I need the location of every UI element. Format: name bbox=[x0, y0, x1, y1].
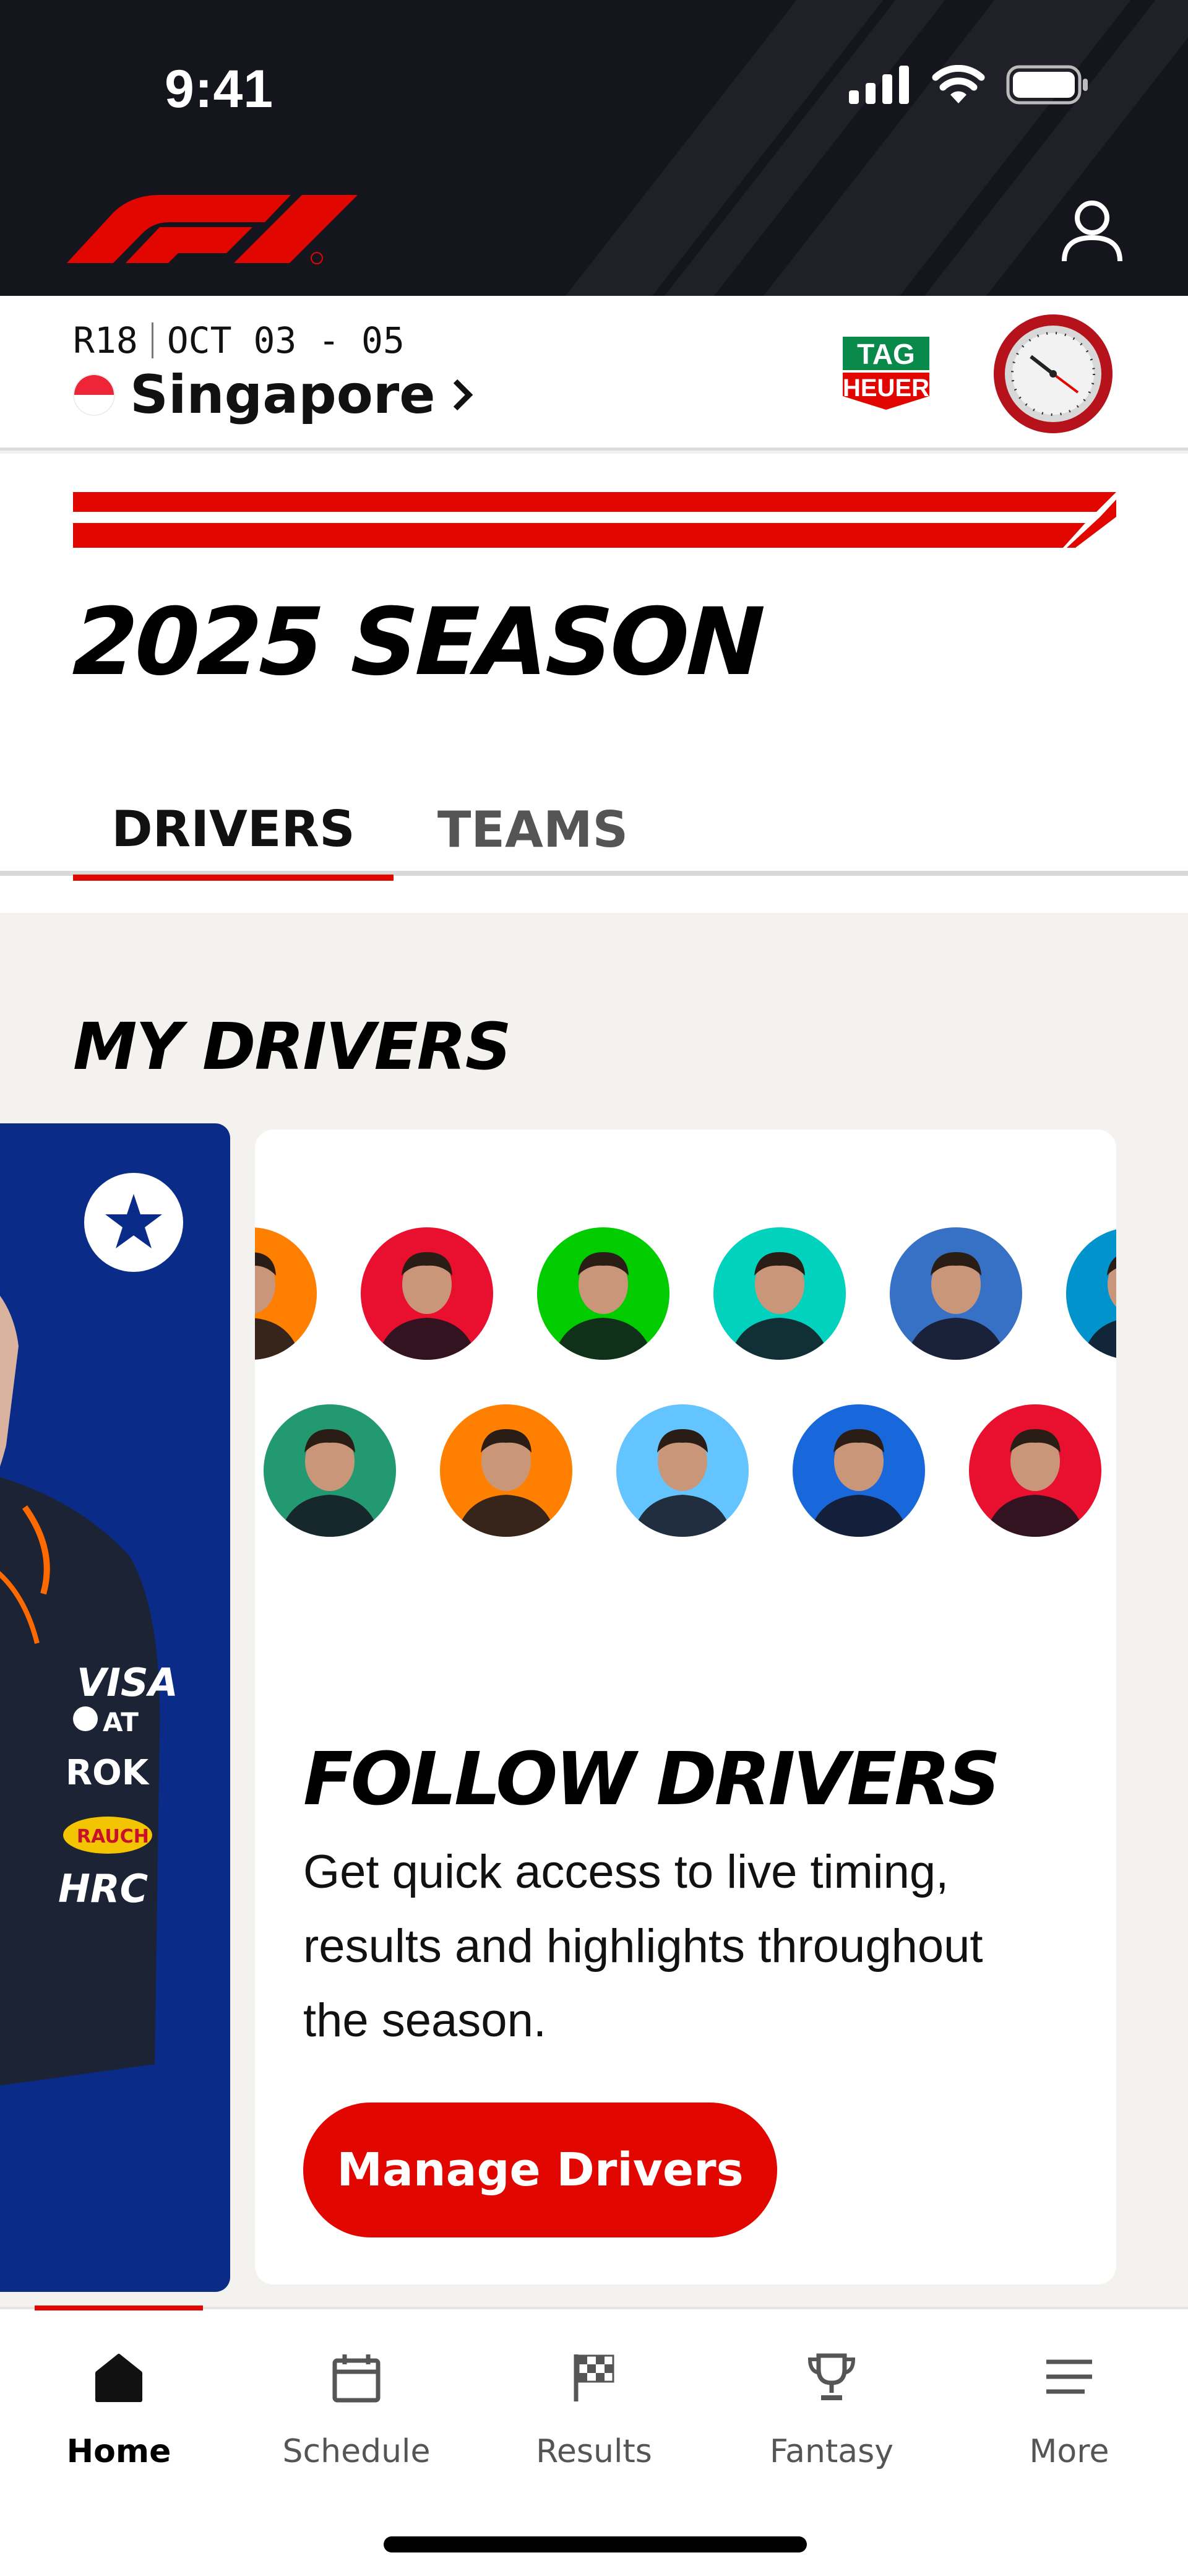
svg-text:HRC: HRC bbox=[58, 1866, 148, 1911]
driver-avatar[interactable] bbox=[361, 1227, 493, 1360]
next-race-banner[interactable]: R18 OCT 03 - 05 Singapore TAG HEUER bbox=[0, 296, 1188, 451]
driver-avatar[interactable] bbox=[890, 1227, 1022, 1360]
driver-avatar[interactable] bbox=[440, 1404, 572, 1537]
checkered-flag-icon bbox=[563, 2346, 625, 2408]
race-link[interactable]: Singapore bbox=[73, 364, 475, 426]
nav-label: Fantasy bbox=[769, 2433, 894, 2470]
trophy-icon bbox=[801, 2346, 863, 2408]
nav-fantasy[interactable]: Fantasy bbox=[739, 2346, 924, 2495]
driver-avatar[interactable] bbox=[969, 1404, 1101, 1537]
watch-icon bbox=[994, 314, 1113, 433]
driver-avatar[interactable] bbox=[264, 1404, 396, 1537]
nav-results[interactable]: Results bbox=[501, 2346, 687, 2495]
season-tabs: DRIVERS TEAMS bbox=[0, 783, 1188, 881]
svg-text:VISA: VISA bbox=[77, 1660, 178, 1705]
user-icon bbox=[1062, 201, 1122, 262]
race-meta: R18 OCT 03 - 05 bbox=[73, 319, 405, 361]
svg-text:AT: AT bbox=[103, 1707, 139, 1737]
follow-drivers-card: FOLLOW DRIVERS Get quick access to live … bbox=[255, 1130, 1116, 2284]
wifi-icon bbox=[932, 65, 985, 103]
race-dates: OCT 03 - 05 bbox=[166, 319, 405, 361]
tag-heuer-logo: TAG HEUER bbox=[840, 334, 932, 413]
driver-avatar[interactable] bbox=[793, 1404, 925, 1537]
nav-label: Schedule bbox=[282, 2433, 431, 2470]
menu-icon bbox=[1038, 2346, 1100, 2408]
manage-drivers-button[interactable]: Manage Drivers bbox=[303, 2103, 777, 2237]
singapore-flag-icon bbox=[73, 374, 115, 416]
follow-title: FOLLOW DRIVERS bbox=[303, 1736, 1001, 1822]
svg-text:RAUCH: RAUCH bbox=[77, 1826, 149, 1848]
svg-text:HEUER: HEUER bbox=[843, 374, 929, 402]
star-icon bbox=[105, 1194, 162, 1248]
race-name: Singapore bbox=[130, 364, 436, 426]
page-title: 2025 SEASON bbox=[71, 589, 764, 696]
driver-avatar[interactable] bbox=[616, 1404, 749, 1537]
follow-description: Get quick access to live timing, results… bbox=[303, 1846, 983, 2047]
app-header: 9:41 bbox=[0, 0, 1188, 296]
tab-teams[interactable]: TEAMS bbox=[394, 783, 672, 876]
driver-avatar[interactable] bbox=[713, 1227, 846, 1360]
divider bbox=[151, 322, 153, 358]
brand-stripes bbox=[73, 492, 1116, 548]
battery-icon bbox=[1006, 65, 1088, 105]
profile-button[interactable] bbox=[1058, 197, 1126, 265]
nav-schedule[interactable]: Schedule bbox=[264, 2346, 449, 2495]
favorite-star-button[interactable] bbox=[84, 1173, 183, 1272]
driver-avatar[interactable] bbox=[537, 1227, 669, 1360]
active-tab-indicator bbox=[35, 2306, 203, 2310]
tab-drivers[interactable]: DRIVERS bbox=[73, 783, 394, 881]
signal-icon bbox=[849, 66, 909, 104]
home-indicator bbox=[384, 2536, 807, 2552]
status-time: 9:41 bbox=[165, 59, 274, 119]
driver-portrait: VISA AT ROK RAUCH HRC bbox=[0, 1295, 178, 2086]
f1-logo[interactable] bbox=[67, 189, 358, 268]
calendar-icon bbox=[325, 2346, 387, 2408]
svg-text:ROK: ROK bbox=[66, 1753, 150, 1793]
driver-avatar[interactable] bbox=[1066, 1227, 1116, 1360]
race-round: R18 bbox=[73, 319, 138, 361]
season-hero: 2025 SEASON DRIVERS TEAMS bbox=[0, 454, 1188, 913]
home-icon bbox=[88, 2346, 150, 2408]
nav-label: More bbox=[1029, 2433, 1109, 2470]
nav-label: Home bbox=[66, 2433, 171, 2470]
bottom-navigation: Home Schedule Results Fantasy More bbox=[0, 2306, 1188, 2576]
nav-more[interactable]: More bbox=[976, 2346, 1162, 2495]
favorite-driver-card[interactable]: VISA AT ROK RAUCH HRC bbox=[0, 1123, 230, 2292]
chevron-right-icon bbox=[453, 379, 473, 411]
driver-avatar[interactable] bbox=[255, 1227, 317, 1360]
nav-label: Results bbox=[536, 2433, 652, 2470]
status-icons bbox=[849, 65, 1089, 105]
section-title: MY DRIVERS bbox=[73, 1009, 512, 1084]
nav-home[interactable]: Home bbox=[26, 2346, 212, 2495]
svg-text:TAG: TAG bbox=[857, 338, 915, 370]
